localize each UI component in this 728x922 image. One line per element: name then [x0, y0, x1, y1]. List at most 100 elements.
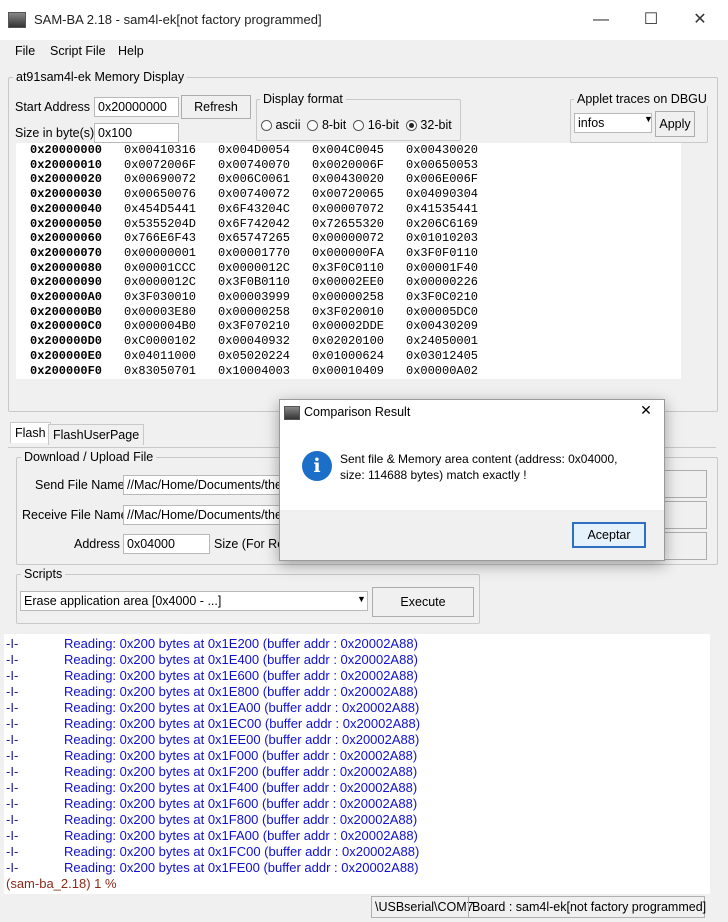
memory-cell[interactable]: 0x83050701	[124, 364, 196, 378]
receive-file-button[interactable]	[663, 501, 707, 529]
menu-script-file[interactable]: Script File	[50, 44, 106, 58]
memory-cell[interactable]: 0x10004003	[218, 364, 290, 378]
memory-cell[interactable]: 0x05020224	[218, 349, 290, 363]
memory-cell[interactable]: 0x01000624	[312, 349, 384, 363]
maximize-icon[interactable]: ☐	[631, 6, 671, 34]
memory-cell[interactable]: 0x3F0F0110	[406, 246, 478, 260]
memory-cell[interactable]: 0x02020100	[312, 334, 384, 348]
memory-cell[interactable]: 0x006C0061	[218, 172, 290, 186]
memory-cell[interactable]: 0x00430020	[312, 172, 384, 186]
tab-flash[interactable]: Flash	[10, 422, 51, 443]
memory-cell[interactable]: 0x3F020010	[312, 305, 384, 319]
memory-cell[interactable]: 0x3F070210	[218, 319, 290, 333]
memory-cell[interactable]: 0x0000012C	[218, 261, 290, 275]
memory-cell[interactable]: 0x3F0B0110	[218, 275, 290, 289]
memory-cell[interactable]: 0x65747265	[218, 231, 290, 245]
radio-32bit[interactable]	[405, 120, 417, 132]
memory-cell[interactable]: 0x00000258	[218, 305, 290, 319]
memory-cell[interactable]: 0x00000072	[312, 231, 384, 245]
memory-cell[interactable]: 0x000000FA	[312, 246, 384, 260]
memory-cell[interactable]: 0x00430020	[406, 143, 478, 157]
log-tag: -I-	[6, 796, 19, 811]
memory-cell[interactable]: 0x766E6F43	[124, 231, 196, 245]
memory-cell[interactable]: 0x00690072	[124, 172, 196, 186]
close-icon[interactable]: ✕	[680, 6, 720, 34]
memory-cell[interactable]: 0x04011000	[124, 349, 196, 363]
memory-cell[interactable]: 0x00001CCC	[124, 261, 196, 275]
refresh-button[interactable]: Refresh	[181, 95, 251, 119]
memory-address: 0x200000E0	[30, 348, 103, 363]
memory-cell[interactable]: 0xC0000102	[124, 334, 196, 348]
memory-cell[interactable]: 0x00001770	[218, 246, 290, 260]
memory-cell[interactable]: 0x0000012C	[124, 275, 196, 289]
memory-cell[interactable]: 0x24050001	[406, 334, 478, 348]
memory-cell[interactable]: 0x454D5441	[124, 202, 196, 216]
accept-button[interactable]: Aceptar	[572, 522, 646, 548]
memory-cell[interactable]: 0x00650053	[406, 158, 478, 172]
log-prompt[interactable]: (sam-ba_2.18) 1 %	[6, 876, 117, 892]
memory-cell[interactable]: 0x6F742042	[218, 217, 290, 231]
apply-button[interactable]: Apply	[655, 111, 695, 137]
send-file-button[interactable]	[663, 470, 707, 498]
memory-cell[interactable]: 0x006E006F	[406, 172, 478, 186]
start-address-input[interactable]: 0x20000000	[94, 97, 179, 117]
send-file-input[interactable]: //Mac/Home/Documents/the	[123, 475, 288, 495]
log-tag: -I-	[6, 732, 19, 747]
memory-cell[interactable]: 0x206C6169	[406, 217, 478, 231]
memory-cell[interactable]: 0x00001F40	[406, 261, 478, 275]
memory-cell[interactable]: 0x004D0054	[218, 143, 290, 157]
scripts-select[interactable]: Erase application area [0x4000 - ...]	[20, 591, 368, 611]
memory-cell[interactable]: 0x00003E80	[124, 305, 196, 319]
memory-cell[interactable]: 0x00740070	[218, 158, 290, 172]
memory-cell[interactable]: 0x00000258	[312, 290, 384, 304]
radio-8bit[interactable]	[307, 120, 319, 132]
radio-ascii[interactable]	[261, 120, 272, 132]
radio-16bit[interactable]	[353, 120, 365, 132]
memory-cell[interactable]: 0x00003999	[218, 290, 290, 304]
log-line: -I- Reading: 0x200 bytes at 0x1E800 (buff…	[6, 684, 418, 700]
log-console[interactable]: -I- Reading: 0x200 bytes at 0x1E200 (buff…	[4, 634, 710, 894]
memory-cell[interactable]: 0x00000226	[406, 275, 478, 289]
memory-cell[interactable]: 0x00740072	[218, 187, 290, 201]
memory-cell[interactable]: 0x03012405	[406, 349, 478, 363]
memory-cell[interactable]: 0x00720065	[312, 187, 384, 201]
memory-cell[interactable]: 0x004C0045	[312, 143, 384, 157]
minimize-icon[interactable]: —	[581, 6, 621, 34]
memory-cell[interactable]: 0x6F43204C	[218, 202, 290, 216]
applet-traces-select[interactable]: infos	[574, 113, 652, 133]
memory-cell[interactable]: 0x04090304	[406, 187, 478, 201]
memory-cell[interactable]: 0x00000001	[124, 246, 196, 260]
memory-cell[interactable]: 0x3F0C0110	[312, 261, 384, 275]
memory-cell[interactable]: 0x00005DC0	[406, 305, 478, 319]
chevron-down-icon[interactable]: ▼	[644, 114, 653, 124]
execute-button[interactable]: Execute	[372, 587, 474, 617]
size-input[interactable]: 0x100	[94, 123, 179, 143]
tab-flashuserpage[interactable]: FlashUserPage	[48, 424, 145, 445]
memory-cell[interactable]: 0x00007072	[312, 202, 384, 216]
memory-table[interactable]: 0x20000000 0x00410316 0x004D0054 0x004C0045…	[16, 143, 681, 379]
address-input[interactable]: 0x04000	[123, 534, 210, 554]
memory-cell[interactable]: 0x00000A02	[406, 364, 478, 378]
memory-cell[interactable]: 0x00410316	[124, 143, 196, 157]
chevron-down-icon[interactable]: ▼	[357, 594, 366, 604]
memory-cell[interactable]: 0x000004B0	[124, 319, 196, 333]
memory-cell[interactable]: 0x72655320	[312, 217, 384, 231]
menu-help[interactable]: Help	[118, 44, 144, 58]
memory-cell[interactable]: 0x01010203	[406, 231, 478, 245]
memory-cell[interactable]: 0x00430209	[406, 319, 478, 333]
memory-cell[interactable]: 0x41535441	[406, 202, 478, 216]
memory-cell[interactable]: 0x00002EE0	[312, 275, 384, 289]
memory-cell[interactable]: 0x0020006F	[312, 158, 384, 172]
memory-cell[interactable]: 0x00650076	[124, 187, 196, 201]
menu-file[interactable]: File	[15, 44, 35, 58]
memory-cell[interactable]: 0x3F030010	[124, 290, 196, 304]
memory-cell[interactable]: 0x00040932	[218, 334, 290, 348]
memory-cell[interactable]: 0x0072006F	[124, 158, 196, 172]
memory-cell[interactable]: 0x00010409	[312, 364, 384, 378]
memory-cell[interactable]: 0x3F0C0210	[406, 290, 478, 304]
close-icon[interactable]: ✕	[634, 402, 658, 419]
receive-file-input[interactable]: //Mac/Home/Documents/the	[123, 505, 288, 525]
compare-button[interactable]	[663, 532, 707, 560]
memory-cell[interactable]: 0x00002DDE	[312, 319, 384, 333]
memory-cell[interactable]: 0x5355204D	[124, 217, 196, 231]
